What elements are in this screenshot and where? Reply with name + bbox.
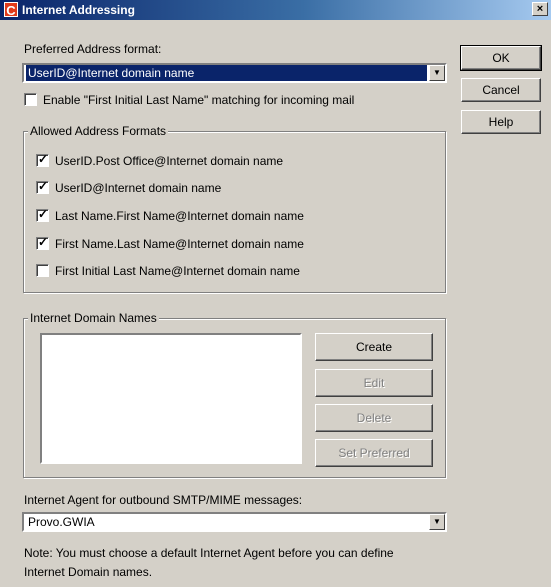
- allowed-format-label: First Name.Last Name@Internet domain nam…: [55, 236, 304, 251]
- allowed-format-checkbox[interactable]: ✓: [36, 235, 49, 251]
- internet-agent-select[interactable]: Provo.GWIA ▼: [22, 512, 447, 532]
- domain-names-group: Internet Domain Names Create Edit Delete…: [23, 311, 446, 478]
- ok-button[interactable]: OK: [460, 45, 542, 71]
- allowed-format-checkbox[interactable]: [36, 264, 49, 278]
- edit-button-label: Edit: [363, 376, 385, 390]
- app-icon: C: [4, 2, 18, 18]
- enable-fils-checkbox[interactable]: [24, 93, 37, 107]
- window-title: Internet Addressing: [22, 3, 135, 17]
- preferred-format-value: UserID@Internet domain name: [26, 65, 427, 81]
- preferred-format-select[interactable]: UserID@Internet domain name ▼: [22, 63, 447, 83]
- allowed-format-label: First Initial Last Name@Internet domain …: [55, 263, 300, 278]
- allowed-format-item[interactable]: ✓ First Name.Last Name@Internet domain na…: [36, 235, 304, 252]
- allowed-formats-title: Allowed Address Formats: [28, 124, 169, 138]
- allowed-formats-group: Allowed Address Formats ✓ UserID.Post Off…: [23, 124, 446, 293]
- allowed-format-label: UserID@Internet domain name: [55, 180, 222, 195]
- delete-button[interactable]: Delete: [315, 404, 433, 432]
- ok-button-label: OK: [492, 51, 510, 65]
- allowed-format-checkbox[interactable]: ✓: [36, 179, 49, 195]
- internet-agent-value: Provo.GWIA: [28, 515, 95, 529]
- allowed-format-item[interactable]: ✓ UserID@Internet domain name: [36, 179, 222, 196]
- create-button-label: Create: [355, 340, 393, 354]
- preferred-format-label: Preferred Address format:: [24, 42, 162, 56]
- check-icon: ✓: [38, 235, 49, 250]
- domain-names-list[interactable]: [40, 333, 302, 464]
- dropdown-arrow-icon[interactable]: ▼: [429, 65, 445, 81]
- delete-button-label: Delete: [356, 411, 392, 425]
- close-button[interactable]: ×: [532, 2, 548, 16]
- cancel-button[interactable]: Cancel: [461, 78, 541, 102]
- note-line-2: Internet Domain names.: [24, 565, 153, 579]
- note-line-1: Note: You must choose a default Internet…: [24, 546, 394, 560]
- help-button-label: Help: [488, 115, 514, 129]
- allowed-format-checkbox[interactable]: ✓: [36, 152, 49, 168]
- internet-agent-label: Internet Agent for outbound SMTP/MIME me…: [24, 493, 303, 507]
- allowed-format-checkbox[interactable]: ✓: [36, 207, 49, 223]
- domain-names-title: Internet Domain Names: [28, 311, 159, 325]
- allowed-format-item[interactable]: First Initial Last Name@Internet domain …: [36, 263, 300, 279]
- set-preferred-button[interactable]: Set Preferred: [315, 439, 433, 467]
- allowed-format-item[interactable]: ✓ Last Name.First Name@Internet domain na…: [36, 207, 304, 224]
- internet-addressing-dialog: C Internet Addressing × Preferred Addres…: [0, 0, 551, 587]
- check-icon: ✓: [38, 152, 49, 167]
- allowed-format-label: UserID.Post Office@Internet domain name: [55, 153, 284, 168]
- allowed-format-item[interactable]: ✓ UserID.Post Office@Internet domain name: [36, 152, 284, 169]
- help-button[interactable]: Help: [461, 110, 541, 134]
- edit-button[interactable]: Edit: [315, 369, 433, 397]
- create-button[interactable]: Create: [315, 333, 433, 361]
- dropdown-arrow-icon[interactable]: ▼: [429, 514, 445, 530]
- set-preferred-button-label: Set Preferred: [338, 446, 410, 460]
- enable-fils-checkbox-row[interactable]: Enable "First Initial Last Name" matchin…: [24, 92, 354, 108]
- check-icon: ✓: [38, 207, 49, 222]
- allowed-format-label: Last Name.First Name@Internet domain nam…: [55, 208, 304, 223]
- check-icon: ✓: [38, 179, 49, 194]
- cancel-button-label: Cancel: [482, 83, 520, 97]
- enable-fils-label: Enable "First Initial Last Name" matchin…: [43, 92, 355, 107]
- title-bar: C Internet Addressing ×: [0, 0, 551, 20]
